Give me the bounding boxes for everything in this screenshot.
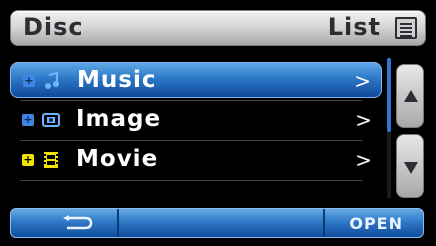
divider <box>20 100 362 101</box>
list-item-label: Image <box>76 106 162 132</box>
bottom-bar: OPEN <box>10 208 424 238</box>
expand-icon[interactable]: + <box>23 75 35 87</box>
expand-icon[interactable]: + <box>22 154 34 166</box>
list-item-image[interactable]: + Image > <box>10 102 382 138</box>
list-item-movie[interactable]: + Movie > <box>10 142 382 178</box>
chevron-right-icon: > <box>355 108 372 132</box>
chevron-right-icon: > <box>354 69 371 93</box>
expand-icon[interactable]: + <box>22 114 34 126</box>
arrow-up-icon <box>404 90 418 102</box>
back-button[interactable] <box>11 209 117 237</box>
open-button[interactable]: OPEN <box>325 209 423 237</box>
arrow-down-icon <box>404 162 418 174</box>
scroll-down-button[interactable] <box>396 134 424 198</box>
scrollbar-thumb[interactable] <box>387 58 391 132</box>
list-icon[interactable] <box>395 17 417 39</box>
music-note-icon <box>43 71 61 90</box>
blank-button[interactable] <box>119 209 323 237</box>
title-bar: Disc List <box>10 10 426 46</box>
list-item-music[interactable]: + Music > <box>10 62 382 98</box>
chevron-right-icon: > <box>355 148 372 172</box>
scroll-up-button[interactable] <box>396 64 424 128</box>
disc-title: Disc <box>23 13 84 41</box>
category-list: + Music > + Image > + Movie > <box>10 56 382 198</box>
divider <box>20 140 362 141</box>
image-icon <box>42 111 60 129</box>
list-title: List <box>327 13 381 41</box>
list-item-label: Music <box>77 67 157 93</box>
back-arrow-icon <box>63 215 93 230</box>
open-label: OPEN <box>349 214 403 233</box>
disc-list-screen: Disc List + Music > + Image > + Movie > … <box>0 0 436 246</box>
list-item-label: Movie <box>76 146 159 172</box>
divider <box>20 180 362 181</box>
film-icon <box>42 151 60 169</box>
